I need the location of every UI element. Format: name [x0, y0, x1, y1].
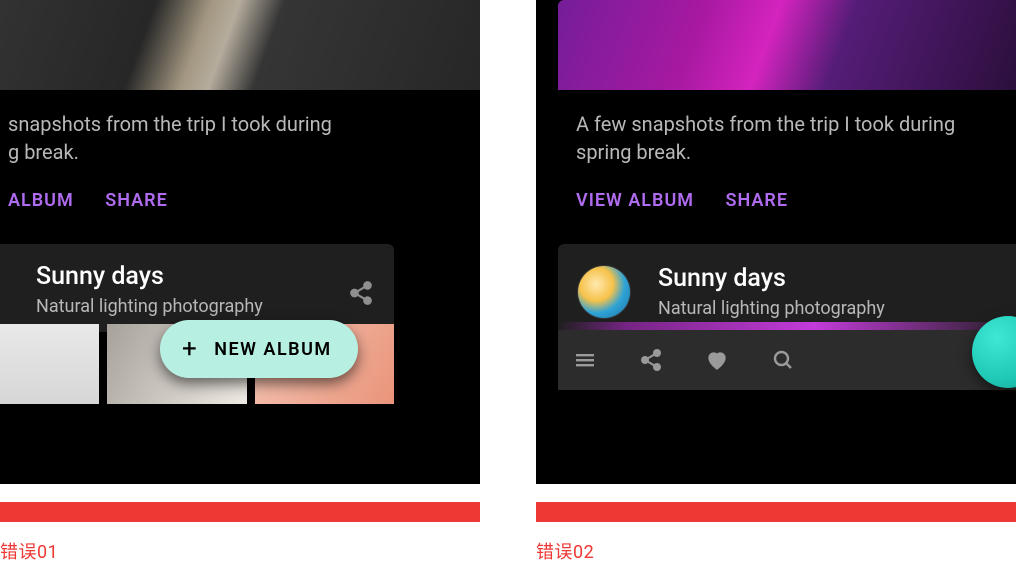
share-icon[interactable] — [348, 280, 374, 306]
card-actions: VIEW ALBUM SHARE — [576, 190, 814, 211]
plus-icon: + — [182, 336, 198, 362]
share-button[interactable]: SHARE — [726, 190, 789, 211]
error-indicator-bar — [536, 502, 1016, 522]
card-description: A few snapshots from the trip I took dur… — [576, 110, 1016, 166]
example-panel-01: snapshots from the trip I took duringg b… — [0, 0, 480, 484]
album-card[interactable]: Sunny days Natural lighting photography — [558, 244, 1016, 330]
share-button[interactable]: SHARE — [105, 190, 168, 211]
heart-icon[interactable] — [704, 347, 730, 373]
hero-image — [0, 0, 480, 90]
error-indicator-bar — [0, 502, 480, 522]
album-subtitle: Natural lighting photography — [658, 298, 885, 319]
album-card[interactable]: Sunny days Natural lighting photography — [0, 244, 394, 332]
album-subtitle: Natural lighting photography — [36, 296, 263, 317]
avatar — [578, 266, 630, 318]
menu-icon[interactable] — [572, 347, 598, 373]
view-album-button[interactable]: ALBUM — [8, 190, 74, 211]
view-album-button[interactable]: VIEW ALBUM — [576, 190, 694, 211]
example-panel-02: A few snapshots from the trip I took dur… — [536, 0, 1016, 484]
album-title: Sunny days — [658, 264, 786, 293]
new-album-fab[interactable]: + NEW ALBUM — [160, 320, 358, 378]
album-title: Sunny days — [36, 262, 164, 291]
hero-image — [558, 0, 1016, 90]
fab-label: NEW ALBUM — [214, 339, 331, 360]
card-actions: ALBUM SHARE — [8, 190, 194, 211]
search-icon[interactable] — [770, 347, 796, 373]
thumbnail[interactable] — [0, 324, 99, 404]
share-icon[interactable] — [638, 347, 664, 373]
bottom-app-bar — [558, 330, 1016, 390]
card-description: snapshots from the trip I took duringg b… — [8, 110, 460, 166]
example-caption: 错误01 — [0, 538, 58, 564]
example-caption: 错误02 — [536, 538, 594, 564]
